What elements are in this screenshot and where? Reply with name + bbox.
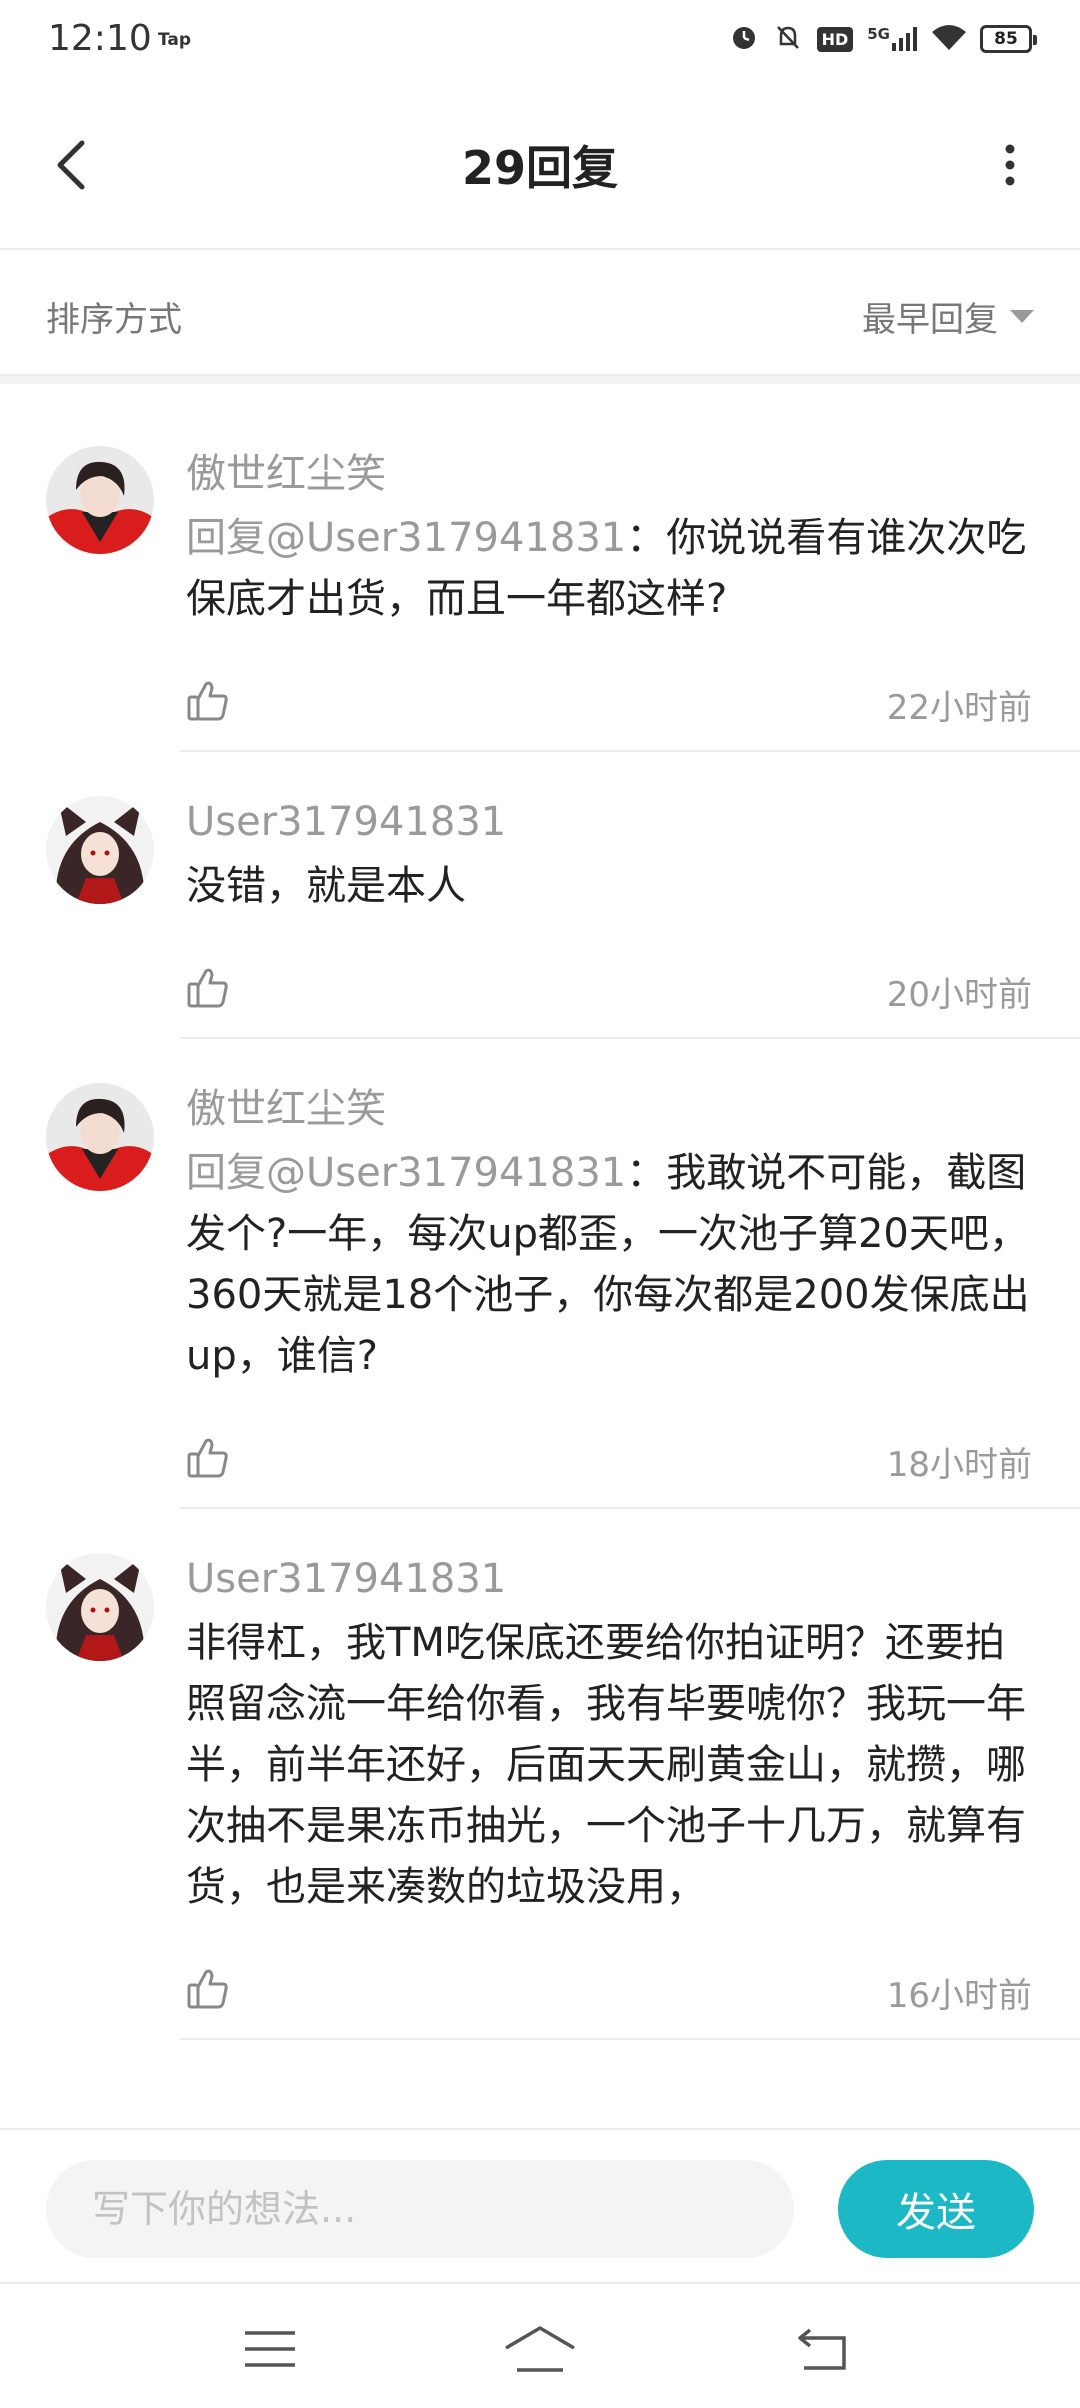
sort-bar: 排序方式 最早回复 — [0, 252, 1080, 376]
comment-list: 傲世红尘笑 回复@User317941831：你说说看有谁次次吃保底才出货，而且… — [0, 384, 1080, 2040]
sort-selected-value: 最早回复 — [862, 300, 998, 340]
sort-dropdown[interactable]: 最早回复 — [862, 292, 1034, 341]
status-icons: HD 5G 85 — [729, 22, 1037, 56]
like-button[interactable] — [178, 1427, 238, 1487]
home-icon — [505, 2326, 575, 2372]
comment-time: 20小时前 — [886, 975, 1032, 1015]
comment-divider — [180, 2038, 1080, 2040]
comment-text: 回复@User317941831：我敢说不可能，截图发个?一年，每次up都歪，一… — [186, 1143, 1032, 1387]
more-vertical-icon — [1005, 144, 1015, 186]
comment-time: 16小时前 — [886, 1976, 1032, 2016]
like-button[interactable] — [178, 1958, 238, 2018]
comment-item: User317941831 没错，就是本人 20小时前 — [0, 752, 1080, 1039]
thumbs-up-icon — [187, 1969, 228, 2009]
nav-home-button[interactable] — [500, 2314, 580, 2384]
send-button[interactable]: 发送 — [838, 2160, 1034, 2258]
avatar[interactable] — [46, 1083, 154, 1191]
nav-menu-button[interactable] — [230, 2314, 310, 2384]
thumbs-up-icon — [187, 681, 228, 721]
sort-label: 排序方式 — [46, 300, 182, 340]
comment-mention[interactable]: 回复@User317941831 — [186, 515, 626, 561]
comment-input[interactable] — [46, 2160, 794, 2258]
like-button[interactable] — [178, 670, 238, 730]
network-type: 5G — [867, 25, 890, 43]
page-title: 29回复 — [461, 141, 618, 195]
comment-username[interactable]: 傲世红尘笑 — [186, 444, 1032, 504]
alarm-icon — [729, 22, 759, 56]
mute-icon — [773, 22, 803, 56]
section-divider — [0, 376, 1080, 384]
comment-text: 没错，就是本人 — [186, 856, 1032, 917]
comment-time: 22小时前 — [886, 688, 1032, 728]
signal-icon: 5G — [867, 27, 918, 51]
comment-time: 18小时前 — [886, 1445, 1032, 1485]
status-tap-label: Tap — [158, 30, 192, 50]
thumbs-up-icon — [187, 968, 228, 1008]
return-icon — [798, 2328, 846, 2370]
hd-badge: HD — [816, 26, 854, 52]
comment-text: 回复@User317941831：你说说看有谁次次吃保底才出货，而且一年都这样? — [186, 508, 1032, 630]
comment-footer: 16小时前 — [186, 1940, 1032, 2040]
status-bar: 12:10 Tap HD 5G 85 — [0, 0, 1080, 80]
avatar[interactable] — [46, 1553, 154, 1661]
dropdown-triangle-icon — [1010, 309, 1034, 323]
comment-body: 非得杠，我TM吃保底还要给你拍证明？还要拍照留念流一年给你看，我有毕要唬你？我玩… — [186, 1620, 1026, 1910]
battery-icon: 85 — [980, 25, 1037, 53]
comment-item: 傲世红尘笑 回复@User317941831：我敢说不可能，截图发个?一年，每次… — [0, 1039, 1080, 1509]
nav-back-button[interactable] — [784, 2314, 864, 2384]
comment-body: 没错，就是本人 — [186, 863, 466, 909]
status-time: 12:10 — [48, 18, 152, 59]
comment-mention[interactable]: 回复@User317941831 — [186, 1150, 626, 1196]
comment-footer: 18小时前 — [186, 1409, 1032, 1509]
wifi-icon — [932, 24, 966, 54]
avatar[interactable] — [46, 446, 154, 554]
comment-username[interactable]: User317941831 — [186, 1549, 1032, 1609]
comment-footer: 20小时前 — [186, 939, 1032, 1039]
avatar[interactable] — [46, 796, 154, 904]
comment-footer: 22小时前 — [186, 652, 1032, 752]
system-nav-bar — [0, 2282, 1080, 2408]
comment-input-bar: 发送 — [0, 2128, 1080, 2280]
menu-icon — [245, 2331, 295, 2367]
header: 29回复 — [0, 80, 1080, 250]
comment-text: 非得杠，我TM吃保底还要给你拍证明？还要拍照留念流一年给你看，我有毕要唬你？我玩… — [186, 1613, 1032, 1918]
comment-item: User317941831 非得杠，我TM吃保底还要给你拍证明？还要拍照留念流一… — [0, 1509, 1080, 2040]
more-button[interactable] — [980, 130, 1040, 200]
comment-item: 傲世红尘笑 回复@User317941831：你说说看有谁次次吃保底才出货，而且… — [0, 384, 1080, 752]
thumbs-up-icon — [187, 1438, 228, 1478]
comment-username[interactable]: User317941831 — [186, 792, 1032, 852]
like-button[interactable] — [178, 957, 238, 1017]
comment-username[interactable]: 傲世红尘笑 — [186, 1079, 1032, 1139]
